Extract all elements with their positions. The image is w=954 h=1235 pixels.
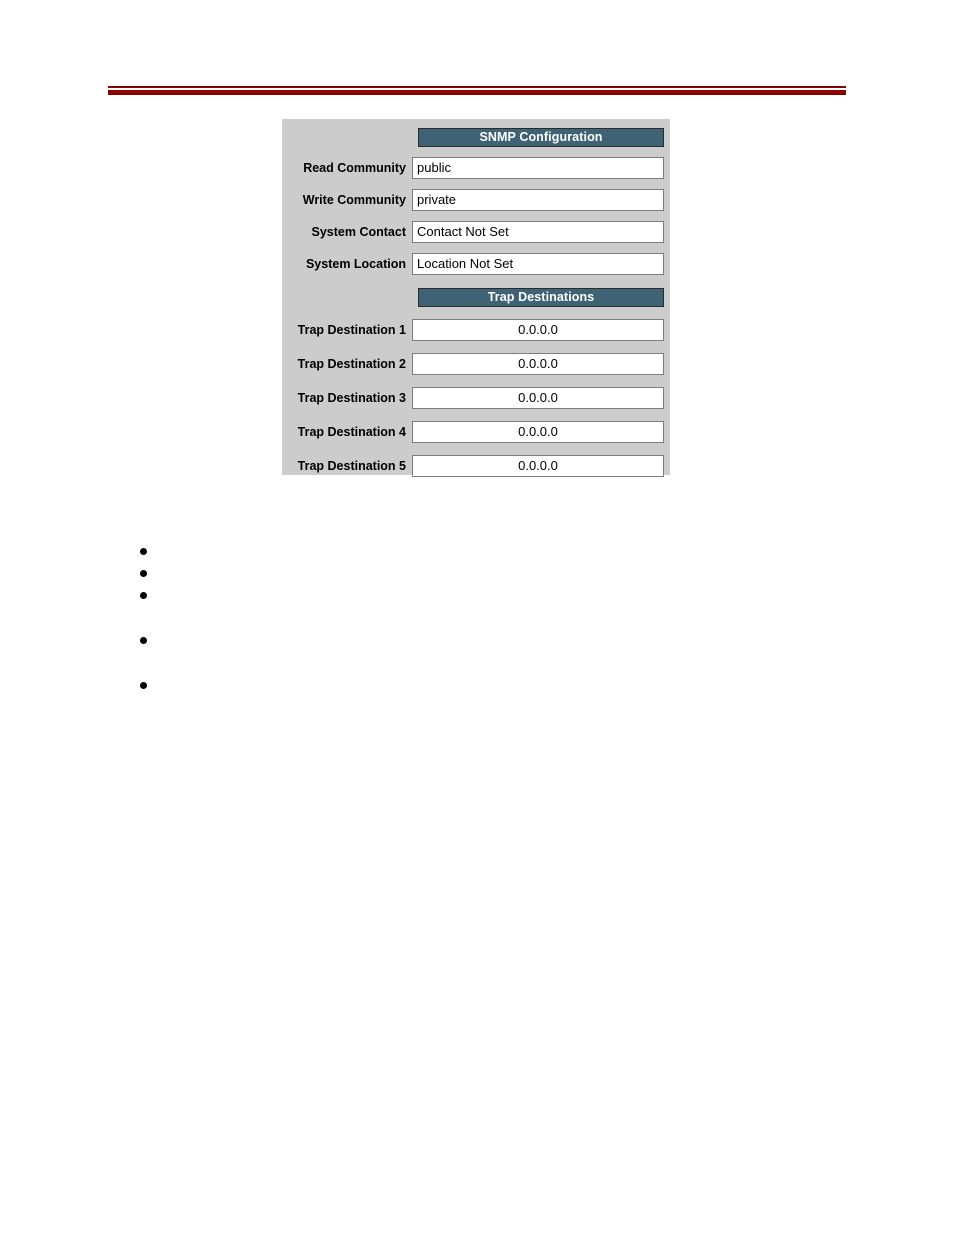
form-row-trap-destination-3: Trap Destination 3 0.0.0.0 <box>288 387 664 409</box>
form-row-trap-destination-5: Trap Destination 5 0.0.0.0 <box>288 455 664 477</box>
write-community-input[interactable]: private <box>412 189 664 211</box>
trap-destination-5-input[interactable]: 0.0.0.0 <box>412 455 664 477</box>
form-row-read-community: Read Community public <box>288 157 664 179</box>
form-row-write-community: Write Community private <box>288 189 664 211</box>
list-item <box>128 630 828 652</box>
trap-destination-2-input[interactable]: 0.0.0.0 <box>412 353 664 375</box>
bullet-dot-icon <box>140 592 147 599</box>
trap-destination-3-input[interactable]: 0.0.0.0 <box>412 387 664 409</box>
document-bullet-list <box>128 541 828 697</box>
page-header-divider <box>108 86 846 95</box>
section-header-snmp-configuration: SNMP Configuration <box>418 128 664 147</box>
label-system-contact: System Contact <box>311 225 406 239</box>
list-item <box>128 675 828 697</box>
list-item <box>128 563 828 585</box>
label-trap-destination-1: Trap Destination 1 <box>297 323 406 337</box>
label-read-community: Read Community <box>303 161 406 175</box>
bullet-dot-icon <box>140 570 147 577</box>
label-trap-destination-5: Trap Destination 5 <box>297 459 406 473</box>
trap-destination-4-input[interactable]: 0.0.0.0 <box>412 421 664 443</box>
snmp-configuration-panel: SNMP Configuration Read Community public… <box>282 119 670 477</box>
bullet-dot-icon <box>140 682 147 689</box>
label-trap-destination-3: Trap Destination 3 <box>297 391 406 405</box>
label-trap-destination-4: Trap Destination 4 <box>297 425 406 439</box>
form-row-trap-destination-2: Trap Destination 2 0.0.0.0 <box>288 353 664 375</box>
form-row-system-contact: System Contact Contact Not Set <box>288 221 664 243</box>
bullet-dot-icon <box>140 637 147 644</box>
trap-destination-1-input[interactable]: 0.0.0.0 <box>412 319 664 341</box>
label-trap-destination-2: Trap Destination 2 <box>297 357 406 371</box>
label-write-community: Write Community <box>302 193 406 207</box>
system-location-input[interactable]: Location Not Set <box>412 253 664 275</box>
form-row-trap-destination-4: Trap Destination 4 0.0.0.0 <box>288 421 664 443</box>
list-item <box>128 541 828 563</box>
list-item <box>128 585 828 607</box>
read-community-input[interactable]: public <box>412 157 664 179</box>
bullet-dot-icon <box>140 548 147 555</box>
divider-thick-line <box>108 90 846 95</box>
label-system-location: System Location <box>305 257 406 271</box>
system-contact-input[interactable]: Contact Not Set <box>412 221 664 243</box>
section-header-trap-destinations: Trap Destinations <box>418 288 664 307</box>
form-row-system-location: System Location Location Not Set <box>288 253 664 275</box>
form-row-trap-destination-1: Trap Destination 1 0.0.0.0 <box>288 319 664 341</box>
